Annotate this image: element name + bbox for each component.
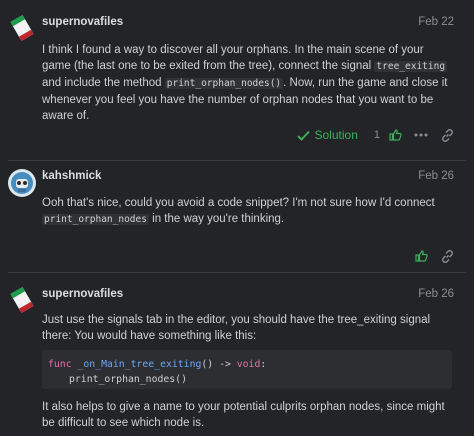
post-actions: Solution 1 [296,126,461,144]
post-date[interactable]: Feb 26 [418,288,454,300]
heart-icon [414,250,428,262]
like-button[interactable] [382,126,408,144]
share-link-button[interactable] [434,247,460,265]
code-line: func _on_Main_tree_exiting() -> void: [48,359,267,370]
link-icon [441,128,453,142]
share-link-button[interactable] [434,126,460,144]
solution-button[interactable]: Solution [296,128,358,142]
post-body: Just use the signals tab in the editor, … [42,314,431,342]
post-body: Ooh that's nice, could you avoid a code … [42,197,435,225]
heart-icon [388,129,402,141]
username[interactable]: supernovafiles [42,288,123,300]
avatar[interactable] [8,14,36,42]
post-date[interactable]: Feb 26 [418,170,454,182]
like-count[interactable]: 1 [374,129,380,141]
post-3: supernovafiles Feb 26 Just use the signa… [0,273,474,436]
inline-code: tree_exiting [374,61,448,72]
code-line: print_orphan_nodes() [69,374,187,385]
avatar[interactable] [8,286,36,314]
code-block: func _on_Main_tree_exiting() -> void: pr… [42,350,452,389]
more-icon [414,133,428,137]
inline-code: print_orphan_nodes [42,214,149,225]
avatar[interactable] [8,169,36,197]
inline-code: print_orphan_nodes() [164,78,284,89]
post-date[interactable]: Feb 22 [418,16,454,28]
post-actions [408,247,460,265]
like-button[interactable] [408,247,434,265]
username[interactable]: supernovafiles [42,16,123,28]
post-body-continued: It also helps to give a name to your pot… [42,401,445,429]
more-button[interactable] [408,126,434,144]
username[interactable]: kahshmick [42,170,101,182]
post-1: supernovafiles Feb 22 I think I found a … [0,0,474,160]
check-icon [296,130,310,141]
post-2: kahshmick Feb 26 Ooh that's nice, could … [0,161,474,271]
post-body: I think I found a way to discover all yo… [42,44,448,122]
link-icon [441,249,453,263]
